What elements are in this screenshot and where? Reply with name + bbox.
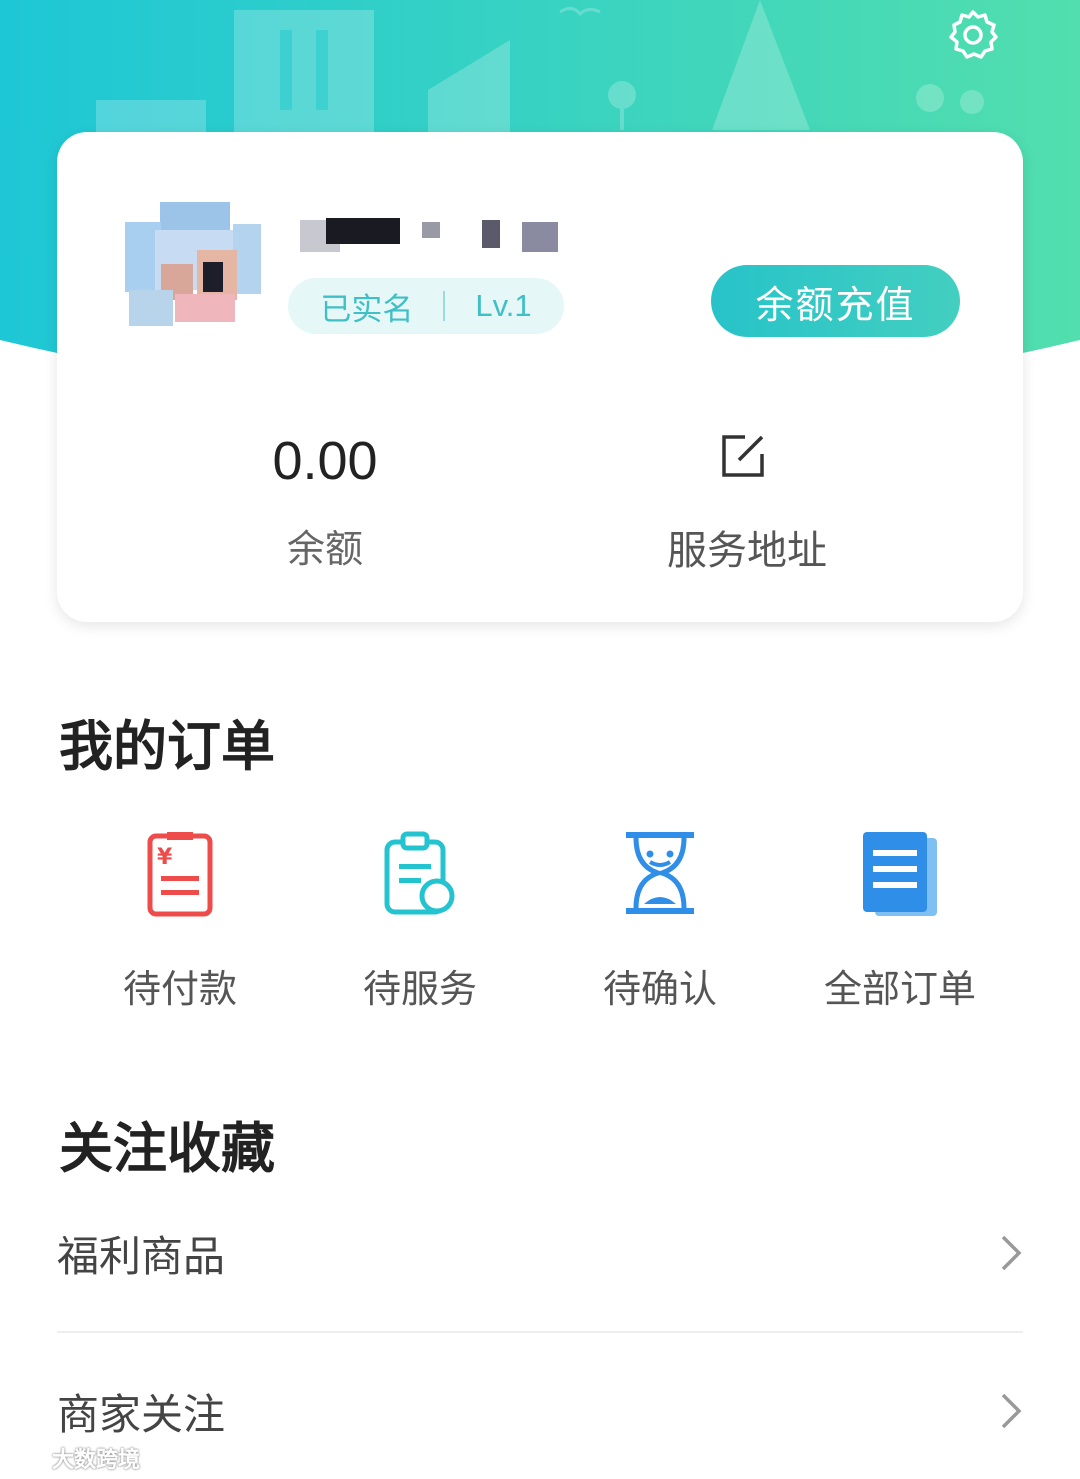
order-pending-confirm[interactable]: 待确认 [560,830,760,1013]
watermark-text: 大数跨境 [52,1448,141,1473]
chevron-right-icon [1001,1235,1022,1271]
order-item-label: 全部订单 [823,967,976,1011]
avatar[interactable] [115,194,265,334]
watermark-logo-icon [9,1445,42,1470]
chevron-right-icon [1001,1393,1022,1429]
clipboard-icon [384,831,455,915]
svg-text:¥: ¥ [157,845,173,870]
list-divider [57,1331,1023,1333]
balance-value[interactable]: 0.00 [247,430,403,492]
order-item-label: 待服务 [362,967,477,1011]
watermark: 大数跨境 [8,1440,140,1476]
payment-bill-icon: ¥ [147,832,213,917]
verified-status: 已实名 [320,291,414,328]
order-pending-payment[interactable]: ¥ 待付款 [80,830,280,1013]
edit-square-icon[interactable] [721,434,765,478]
list-item-merchant-follow[interactable]: 商家关注 [57,1356,1023,1466]
verification-badge: 已实名 Lv.1 [288,278,564,334]
recharge-button[interactable]: 余额充值 [711,265,960,337]
list-item-welfare-products[interactable]: 福利商品 [57,1198,1023,1308]
badge-separator [443,291,446,321]
gear-icon [949,10,998,59]
list-item-label: 福利商品 [57,1231,226,1281]
orders-section-title: 我的订单 [59,715,275,778]
document-stack-icon [863,832,937,916]
favorites-section-title: 关注收藏 [59,1117,275,1180]
user-level: Lv.1 [475,288,532,323]
profile-card: 已实名 Lv.1 余额充值 0.00 余额 服务地址 [57,132,1023,622]
balance-label[interactable]: 余额 [247,518,403,573]
list-item-label: 商家关注 [57,1389,226,1439]
settings-button[interactable] [940,4,1006,66]
order-item-label: 待付款 [122,967,237,1011]
order-pending-service[interactable]: 待服务 [320,830,520,1013]
hourglass-icon [626,832,694,914]
order-all[interactable]: 全部订单 [800,830,1000,1013]
username-pixelated [300,214,570,254]
service-address-label[interactable]: 服务地址 [647,518,847,576]
order-item-label: 待确认 [602,967,717,1011]
